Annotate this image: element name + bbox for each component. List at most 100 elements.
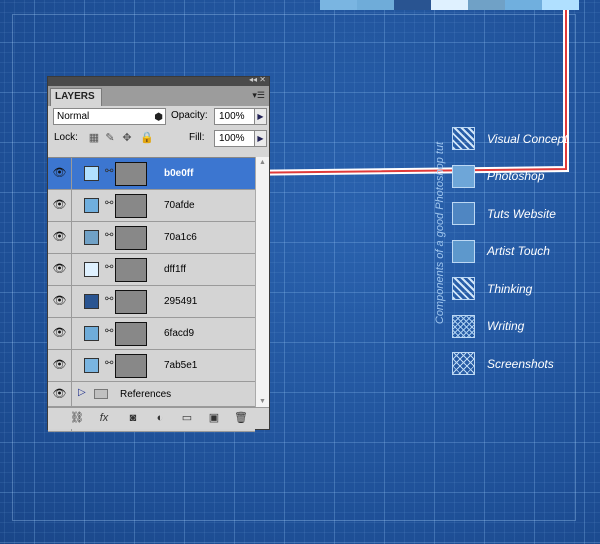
layer-name[interactable]: 295491	[164, 296, 197, 307]
opacity-slider-button[interactable]: ▶	[254, 108, 267, 125]
side-label-text: Components of a good Photoshop tut	[434, 141, 446, 325]
tab-layers[interactable]: LAYERS	[50, 88, 102, 106]
trash-icon[interactable]: 🗑	[234, 411, 248, 425]
lock-transparency-icon[interactable]: ▦	[88, 132, 100, 144]
legend-label: Thinking	[487, 281, 533, 296]
blend-row: Normal ⬢ Opacity: 100% ▶	[48, 106, 269, 128]
lock-row: Lock: ▦ ✎ ✥ 🔒 Fill: 100% ▶	[48, 128, 269, 150]
side-label: Components of a good Photoshop tut	[432, 110, 448, 360]
scroll-up-icon[interactable]: ▲	[256, 157, 269, 169]
panel-bottom-bar: ⛓ fx ◙ ◐ ▭ ▣ 🗑	[48, 407, 269, 429]
layer-row[interactable]: 👁 ⚯ 7ab5e1	[48, 350, 255, 382]
folder-icon[interactable]: ▭	[180, 411, 194, 425]
legend-label: Writing	[487, 319, 525, 334]
visibility-eye-icon[interactable]: 👁	[48, 382, 72, 406]
fill-slider-button[interactable]: ▶	[254, 130, 267, 147]
adjustment-icon[interactable]: ◐	[153, 411, 167, 425]
layer-thumbnail	[84, 230, 99, 245]
fx-icon[interactable]: fx	[97, 411, 111, 425]
layer-thumbnail	[84, 262, 99, 277]
legend-item: Writing	[452, 308, 568, 346]
layer-mask-thumbnail[interactable]	[115, 290, 147, 314]
visibility-eye-icon[interactable]: 👁	[48, 222, 72, 253]
expand-triangle-icon[interactable]: ▷	[78, 387, 86, 398]
layer-name[interactable]: dff1ff	[164, 264, 186, 275]
legend-label: Tuts Website	[487, 206, 556, 221]
link-chain-icon[interactable]: ⚯	[105, 358, 113, 369]
legend: Visual Concept Photoshop Tuts Website Artis…	[452, 120, 568, 383]
layer-row[interactable]: 👁 ⚯ 70a1c6	[48, 222, 255, 254]
legend-item: Tuts Website	[452, 195, 568, 233]
link-chain-icon[interactable]: ⚯	[105, 326, 113, 337]
layer-thumbnail	[84, 198, 99, 213]
opacity-input[interactable]: 100%	[214, 108, 258, 125]
lock-label: Lock:	[54, 132, 78, 143]
visibility-eye-icon[interactable]: 👁	[48, 286, 72, 317]
link-chain-icon[interactable]: ⚯	[105, 198, 113, 209]
lock-pixels-icon[interactable]: ✎	[104, 132, 116, 144]
link-chain-icon[interactable]: ⚯	[105, 262, 113, 273]
lock-position-icon[interactable]: ✥	[121, 132, 133, 144]
visibility-eye-icon[interactable]: 👁	[48, 190, 72, 221]
mask-icon[interactable]: ◙	[126, 411, 140, 425]
visibility-eye-icon[interactable]: 👁	[48, 350, 72, 381]
layer-name[interactable]: 70afde	[164, 200, 195, 211]
layer-name[interactable]: 70a1c6	[164, 232, 197, 243]
layer-group-row[interactable]: 👁 ▷ References	[48, 382, 255, 407]
legend-label: Artist Touch	[487, 244, 550, 259]
legend-item: Screenshots	[452, 345, 568, 383]
legend-swatch	[452, 239, 475, 263]
legend-label: Visual Concept	[487, 131, 568, 146]
visibility-eye-icon[interactable]: 👁	[48, 158, 72, 189]
blueprint-canvas: Components of a good Photoshop tut Visua…	[0, 0, 600, 544]
legend-swatch	[452, 277, 475, 301]
lock-all-icon[interactable]: 🔒	[140, 132, 154, 144]
link-chain-icon[interactable]: ⚯	[105, 230, 113, 241]
layer-thumbnail	[84, 358, 99, 373]
legend-swatch	[452, 352, 475, 376]
blend-mode-value: Normal	[57, 111, 90, 122]
layer-mask-thumbnail[interactable]	[115, 258, 147, 282]
legend-swatch	[452, 314, 475, 338]
legend-item: Thinking	[452, 270, 568, 308]
chevron-down-icon: ⬢	[154, 112, 163, 123]
layer-mask-thumbnail[interactable]	[115, 354, 147, 378]
legend-item: Photoshop	[452, 158, 568, 196]
layers-panel: ◂◂ ✕ LAYERS ▾☰ Normal ⬢ Opacity: 100% ▶ …	[47, 75, 270, 432]
visibility-eye-icon[interactable]: 👁	[48, 254, 72, 285]
layer-mask-thumbnail[interactable]	[115, 162, 147, 186]
link-icon[interactable]: ⛓	[70, 411, 84, 425]
link-chain-icon[interactable]: ⚯	[105, 294, 113, 305]
layer-mask-thumbnail[interactable]	[115, 194, 147, 218]
panel-menu-icon[interactable]: ▾☰	[252, 90, 265, 101]
fill-label: Fill:	[189, 132, 205, 143]
layer-row[interactable]: 👁 ⚯ 70afde	[48, 190, 255, 222]
layer-thumbnail	[84, 326, 99, 341]
layer-row[interactable]: 👁 ⚯ 6facd9	[48, 318, 255, 350]
panel-tab-row: LAYERS ▾☰	[48, 86, 269, 106]
close-icon[interactable]: ✕	[259, 75, 266, 84]
visibility-eye-icon[interactable]: 👁	[48, 318, 72, 349]
link-chain-icon[interactable]: ⚯	[105, 166, 113, 177]
layer-thumbnail	[84, 294, 99, 309]
layer-name[interactable]: 6facd9	[164, 328, 194, 339]
layer-mask-thumbnail[interactable]	[115, 226, 147, 250]
collapse-icon[interactable]: ◂◂	[249, 75, 257, 84]
group-name[interactable]: References	[120, 389, 171, 400]
layers-list: 👁 ⚯ b0e0ff 👁 ⚯ 70afde 👁 ⚯ 70a1c6 👁 ⚯ dff1ff 👁 ⚯ 295491…	[48, 157, 255, 432]
blend-mode-select[interactable]: Normal ⬢	[53, 108, 166, 125]
layer-row[interactable]: 👁 ⚯ b0e0ff	[48, 158, 255, 190]
layer-thumbnail	[84, 166, 99, 181]
layer-name[interactable]: 7ab5e1	[164, 360, 197, 371]
legend-label: Screenshots	[487, 356, 554, 371]
layers-scrollbar[interactable]: ▲ ▼	[255, 157, 269, 408]
fill-input[interactable]: 100%	[214, 130, 258, 147]
layer-mask-thumbnail[interactable]	[115, 322, 147, 346]
panel-title-bar[interactable]: ◂◂ ✕	[48, 75, 269, 86]
layer-name[interactable]: b0e0ff	[164, 168, 193, 179]
legend-item: Artist Touch	[452, 233, 568, 271]
layer-row[interactable]: 👁 ⚯ 295491	[48, 286, 255, 318]
new-layer-icon[interactable]: ▣	[207, 411, 221, 425]
layer-row[interactable]: 👁 ⚯ dff1ff	[48, 254, 255, 286]
opacity-label: Opacity:	[171, 110, 208, 121]
